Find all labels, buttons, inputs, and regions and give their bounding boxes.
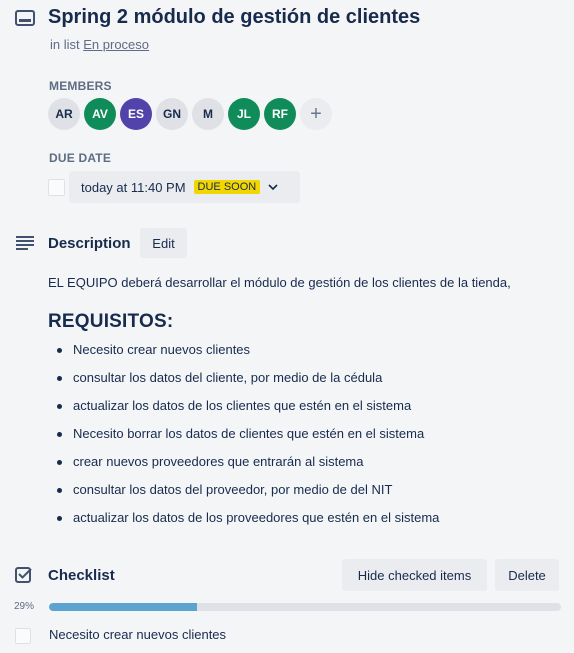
list-item: consultar los datos del cliente, por med… — [56, 368, 439, 396]
edit-description-button[interactable]: Edit — [140, 228, 187, 258]
checklist-progress-bar — [49, 603, 561, 611]
member-avatar[interactable]: M — [192, 98, 224, 130]
list-link[interactable]: En proceso — [83, 37, 149, 52]
list-item: actualizar los datos de los proveedores … — [56, 508, 439, 536]
member-avatar[interactable]: RF — [264, 98, 296, 130]
due-date-checkbox[interactable] — [48, 179, 65, 196]
member-avatar[interactable]: JL — [228, 98, 260, 130]
description-icon — [16, 236, 34, 250]
card-title[interactable]: Spring 2 módulo de gestión de clientes — [48, 6, 420, 29]
list-item: actualizar los datos de los clientes que… — [56, 396, 439, 424]
chevron-down-icon — [268, 184, 278, 190]
add-member-button[interactable]: + — [300, 98, 332, 130]
checklist-item-checkbox[interactable] — [15, 628, 31, 644]
checklist-progress-percent: 29% — [14, 601, 35, 612]
member-avatar[interactable]: ES — [120, 98, 152, 130]
list-item: consultar los datos del proveedor, por m… — [56, 480, 439, 508]
description-heading: Description — [48, 235, 131, 252]
members-label: MEMBERS — [49, 79, 112, 93]
member-avatar[interactable]: GN — [156, 98, 188, 130]
list-item: Necesito borrar los datos de clientes qu… — [56, 424, 439, 452]
list-breadcrumb: in list En proceso — [50, 37, 149, 52]
due-soon-badge: DUE SOON — [193, 180, 261, 194]
checklist-progress-fill — [49, 603, 198, 611]
checklist-heading: Checklist — [48, 567, 115, 584]
requirements-list: Necesito crear nuevos clientes consultar… — [56, 340, 439, 536]
checklist-item-text[interactable]: Necesito crear nuevos clientes — [49, 627, 226, 642]
list-item: Necesito crear nuevos clientes — [56, 340, 439, 368]
checklist-icon — [15, 567, 32, 583]
in-list-prefix: in list — [50, 37, 80, 52]
hide-checked-items-button[interactable]: Hide checked items — [342, 559, 487, 591]
members-list: AR AV ES GN M JL RF + — [48, 98, 332, 130]
description-text[interactable]: EL EQUIPO deberá desarrollar el módulo d… — [48, 275, 511, 290]
card-icon — [15, 10, 35, 26]
member-avatar[interactable]: AR — [48, 98, 80, 130]
list-item: crear nuevos proveedores que entrarán al… — [56, 452, 439, 480]
member-avatar[interactable]: AV — [84, 98, 116, 130]
requirements-heading: REQUISITOS: — [48, 311, 174, 332]
due-date-value: today at 11:40 PM — [81, 179, 186, 195]
delete-checklist-button[interactable]: Delete — [495, 559, 559, 591]
due-date-button[interactable]: today at 11:40 PM DUE SOON — [69, 171, 300, 203]
due-date-label: DUE DATE — [49, 151, 112, 165]
